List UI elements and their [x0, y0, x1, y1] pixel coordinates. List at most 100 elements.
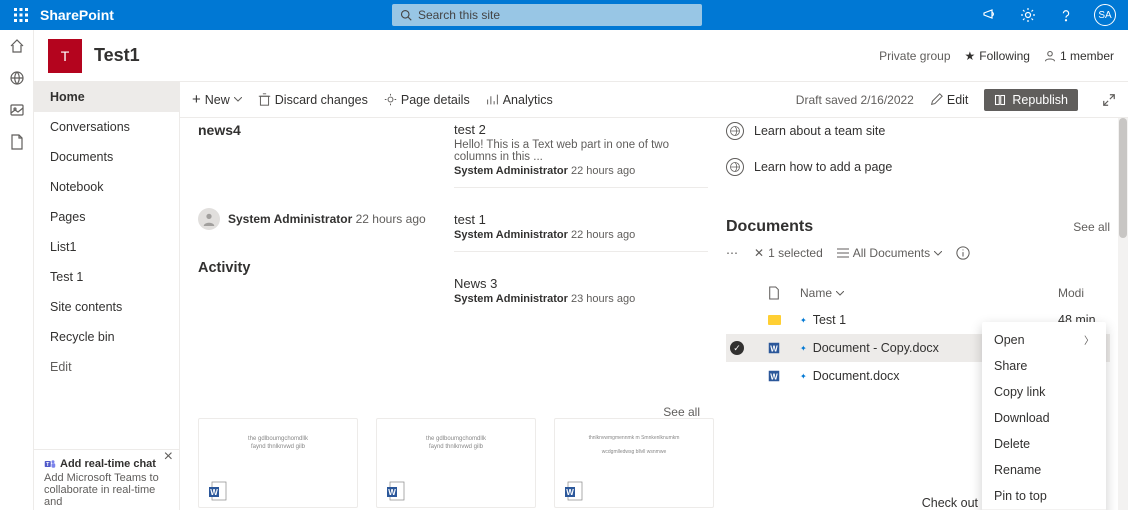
new-indicator-icon: ✦ — [800, 316, 807, 325]
pencil-icon — [930, 93, 943, 106]
file-icon[interactable] — [10, 134, 24, 150]
persona-icon — [198, 208, 220, 230]
col-name-header[interactable]: Name — [800, 286, 1058, 300]
menu-pintotop[interactable]: Pin to top — [982, 483, 1106, 509]
person-icon — [1044, 50, 1056, 62]
nav-edit[interactable]: Edit — [34, 352, 179, 382]
globe-icon — [726, 158, 744, 176]
view-switcher[interactable]: All Documents — [837, 246, 942, 260]
search-input[interactable]: Search this site — [392, 4, 702, 26]
file-type-icon — [768, 286, 780, 300]
clear-selection[interactable]: ✕ 1 selected — [754, 246, 823, 260]
gear-icon[interactable] — [1018, 5, 1038, 25]
menu-copylink[interactable]: Copy link — [982, 379, 1106, 405]
megaphone-icon[interactable] — [980, 5, 1000, 25]
nav-conversations[interactable]: Conversations — [34, 112, 179, 142]
menu-delete[interactable]: Delete — [982, 431, 1106, 457]
activity-card[interactable]: the gdlboumgchomdllkfaynd thnlknvwd gilb… — [376, 418, 536, 508]
image-icon[interactable] — [9, 102, 25, 118]
teams-promo-desc: Add Microsoft Teams to collaborate in re… — [44, 472, 169, 508]
new-indicator-icon: ✦ — [800, 344, 807, 353]
analytics-icon — [486, 93, 499, 106]
site-logo[interactable]: T — [48, 39, 82, 73]
chevron-down-icon — [234, 97, 242, 102]
nav-sitecontents[interactable]: Site contents — [34, 292, 179, 322]
nav-pages[interactable]: Pages — [34, 202, 179, 232]
home-icon[interactable] — [9, 38, 25, 54]
command-bar: + New Discard changes Page details Analy… — [180, 82, 1128, 118]
gear-icon — [384, 93, 397, 106]
draft-status: Draft saved 2/16/2022 — [796, 93, 914, 107]
menu-share[interactable]: Share — [982, 353, 1106, 379]
see-all-link[interactable]: See all — [663, 405, 700, 419]
help-icon[interactable] — [1056, 5, 1076, 25]
list-icon — [837, 248, 849, 258]
chevron-down-icon — [934, 251, 942, 256]
quicklink-learn-site[interactable]: Learn about a team site — [726, 118, 1110, 154]
svg-text:W: W — [210, 488, 218, 497]
nav-list1[interactable]: List1 — [34, 232, 179, 262]
word-icon: W — [209, 481, 227, 501]
members-button[interactable]: 1 member — [1044, 49, 1114, 63]
nav-recyclebin[interactable]: Recycle bin — [34, 322, 179, 352]
brand-label[interactable]: SharePoint — [40, 7, 114, 23]
checkout-label[interactable]: Check out — [922, 496, 978, 510]
pagedetails-button[interactable]: Page details — [384, 93, 470, 107]
news-item[interactable]: News 3 System Administrator 23 hours ago — [454, 270, 708, 315]
teams-icon: T — [44, 458, 56, 470]
close-icon[interactable]: × — [164, 448, 173, 466]
nav-test1[interactable]: Test 1 — [34, 262, 179, 292]
svg-text:W: W — [388, 488, 396, 497]
analytics-button[interactable]: Analytics — [486, 93, 553, 107]
news-item[interactable]: test 1 System Administrator 22 hours ago — [454, 206, 708, 252]
chevron-right-icon: 〉 — [1084, 332, 1094, 347]
checkmark-icon[interactable]: ✓ — [730, 341, 744, 355]
nav-notebook[interactable]: Notebook — [34, 172, 179, 202]
suite-header: SharePoint Search this site SA — [0, 0, 1128, 30]
follow-button[interactable]: ★ Following — [965, 49, 1030, 63]
see-all-link[interactable]: See all — [1073, 220, 1110, 234]
word-icon: W — [387, 481, 405, 501]
activity-card[interactable]: thnlknvwmgmennmk m Smnkenlknumkmwcdgmlle… — [554, 418, 714, 508]
search-icon — [400, 9, 412, 21]
edit-button[interactable]: Edit — [930, 93, 969, 107]
col-mod-header[interactable]: Modi — [1058, 286, 1110, 300]
republish-button[interactable]: Republish — [984, 89, 1078, 111]
docs-command-row: ⋯ ✕ 1 selected All Documents — [726, 246, 1110, 266]
svg-text:W: W — [566, 488, 574, 497]
site-header: T Test1 Private group ★ Following 1 memb… — [34, 30, 1128, 82]
discard-button[interactable]: Discard changes — [258, 93, 368, 107]
teams-promo: × T Add real-time chat Add Microsoft Tea… — [34, 449, 179, 510]
teams-promo-title: T Add real-time chat — [44, 458, 169, 470]
globe-icon[interactable] — [9, 70, 25, 86]
site-name[interactable]: Test1 — [94, 45, 140, 66]
word-icon: W — [565, 481, 583, 501]
privacy-label: Private group — [879, 49, 950, 63]
new-button[interactable]: + New — [192, 91, 242, 108]
folder-icon — [768, 315, 781, 325]
menu-open[interactable]: Open〉 — [982, 326, 1106, 353]
discard-icon — [258, 93, 271, 106]
search-placeholder: Search this site — [418, 8, 500, 22]
news-title: news4 — [198, 122, 432, 138]
expand-icon[interactable] — [1102, 93, 1116, 107]
more-icon[interactable]: ⋯ — [726, 246, 740, 260]
activity-card[interactable]: the gdlboumgchomdllkfaynd thnlknvwd gilb… — [198, 418, 358, 508]
scrollbar-thumb[interactable] — [1119, 118, 1127, 238]
menu-rename[interactable]: Rename — [982, 457, 1106, 483]
user-avatar[interactable]: SA — [1094, 4, 1116, 26]
activity-title: Activity — [198, 260, 432, 276]
info-icon[interactable] — [956, 246, 970, 260]
quicklink-add-page[interactable]: Learn how to add a page — [726, 154, 1110, 190]
scrollbar[interactable] — [1118, 118, 1128, 510]
app-launcher-icon[interactable] — [6, 0, 36, 30]
svg-text:W: W — [770, 373, 778, 382]
news-item[interactable]: test 2 Hello! This is a Text web part in… — [454, 122, 708, 188]
nav-documents[interactable]: Documents — [34, 142, 179, 172]
menu-download[interactable]: Download — [982, 405, 1106, 431]
word-icon: W — [767, 369, 781, 383]
nav-home[interactable]: Home — [34, 82, 179, 112]
republish-icon — [994, 94, 1006, 106]
table-header: Name Modi — [726, 280, 1110, 306]
globe-icon — [726, 122, 744, 140]
